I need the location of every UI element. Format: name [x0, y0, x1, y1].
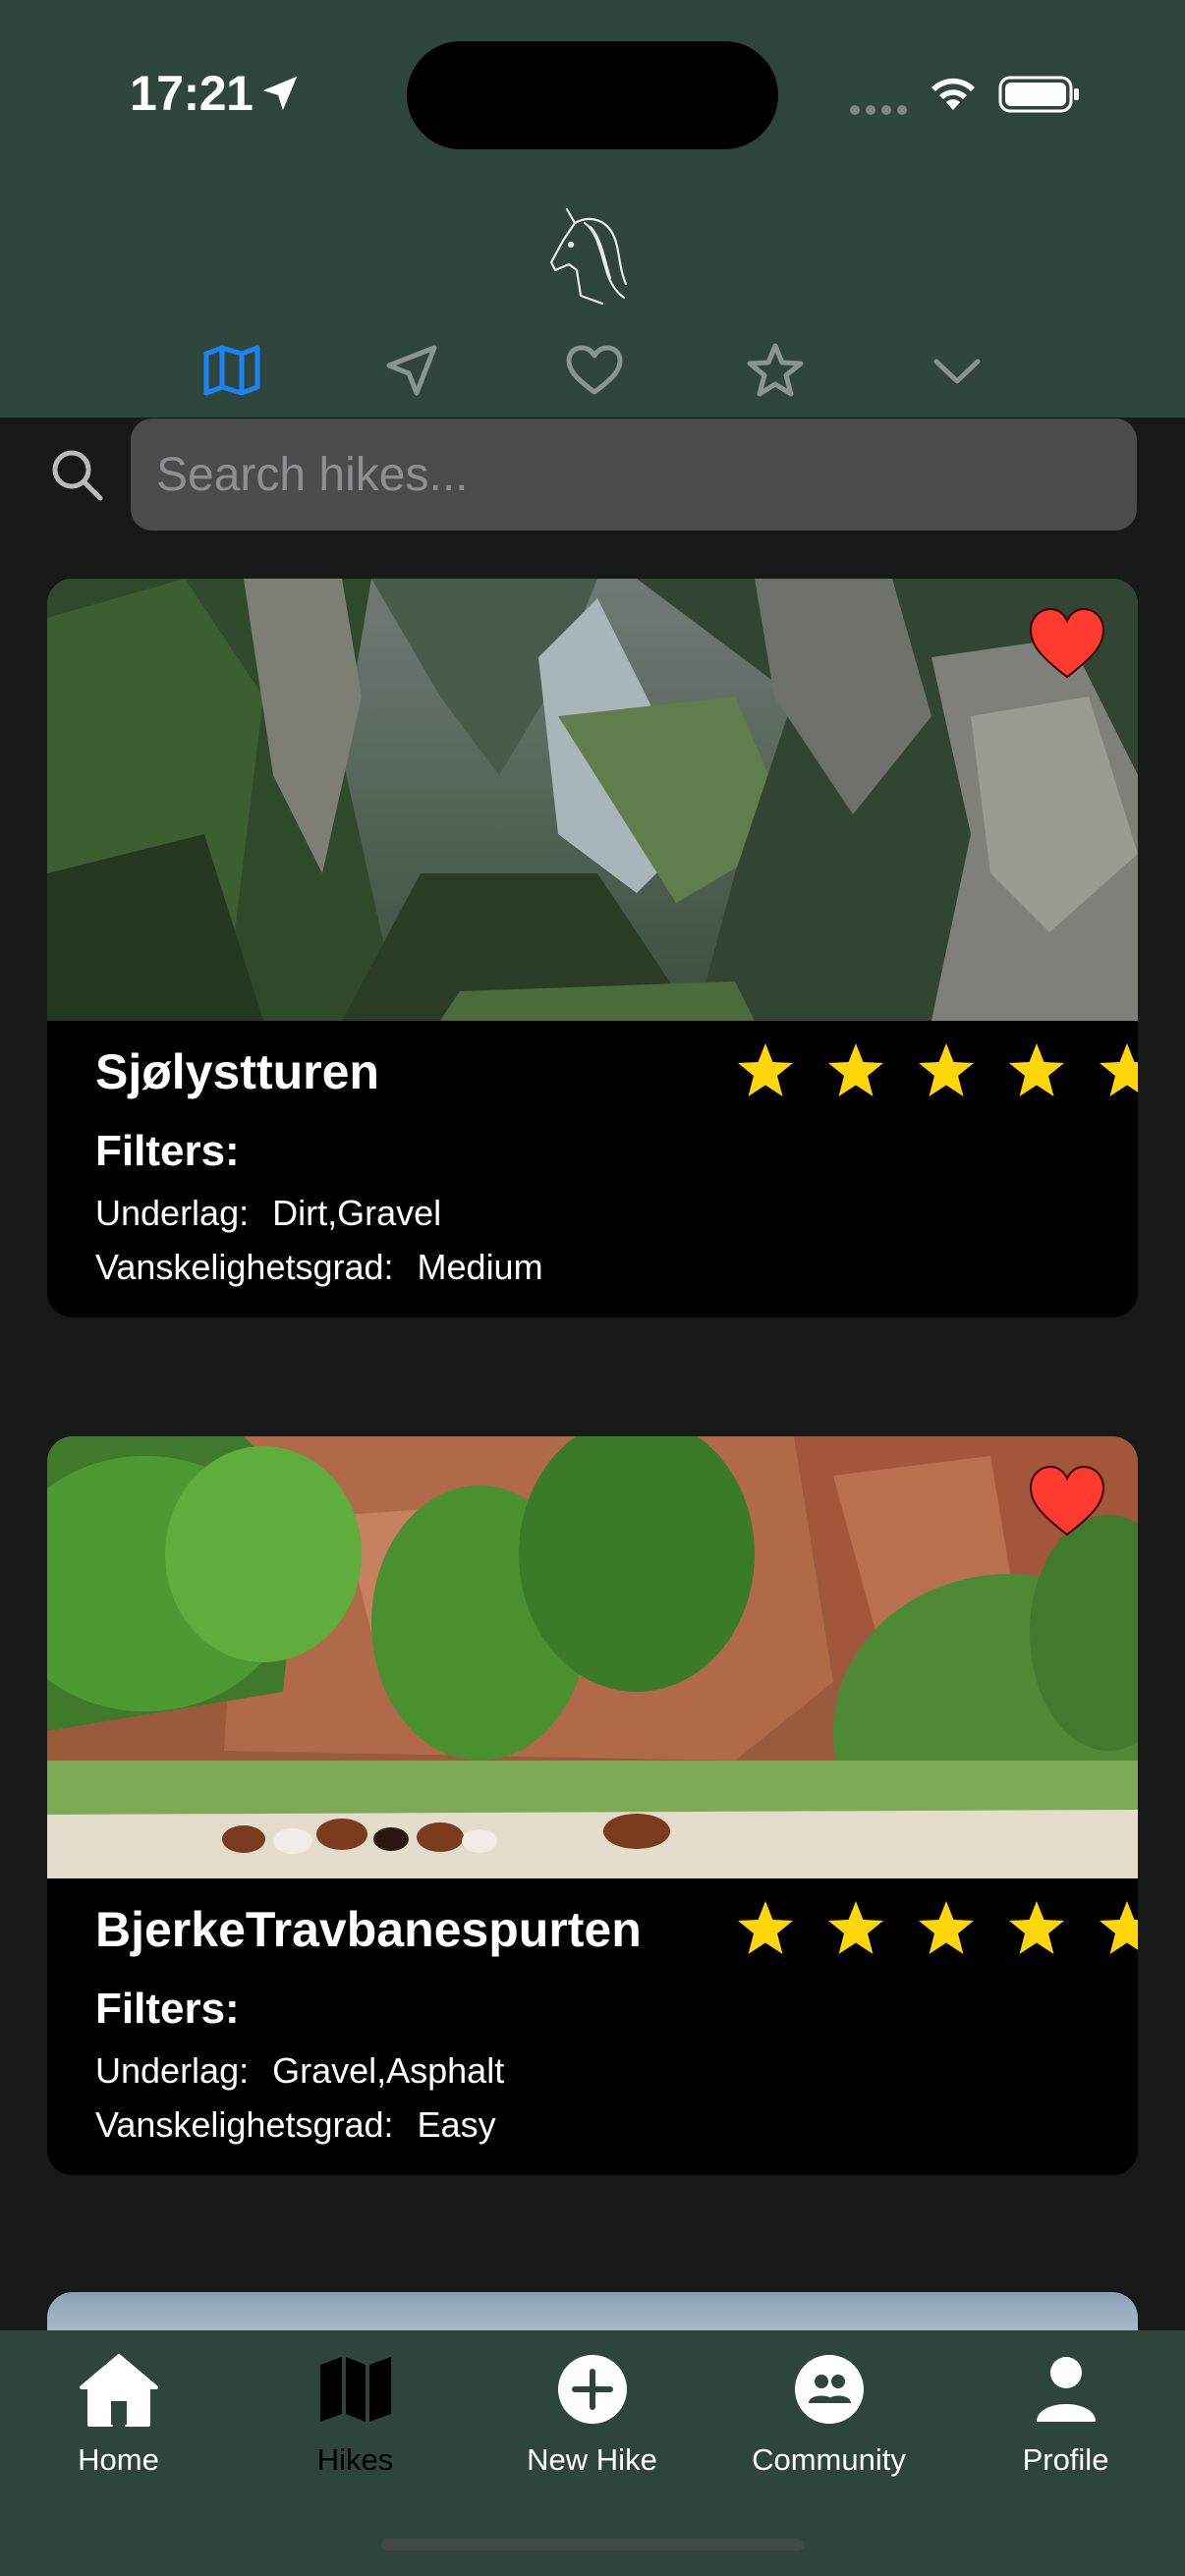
hike-title: BjerkeTravbanespurten: [95, 1902, 642, 1957]
tab-home[interactable]: Home: [0, 2330, 237, 2507]
favorite-heart-icon[interactable]: [1028, 606, 1106, 681]
dynamic-island: [407, 41, 778, 149]
person-icon: [1036, 2357, 1096, 2422]
difficulty-label: Vanskelighetsgrad:: [95, 2104, 394, 2145]
difficulty-row: Vanskelighetsgrad: Easy: [95, 2104, 496, 2146]
hike-photo-horses: [47, 1436, 1138, 1878]
cellular-signal-icon: [850, 105, 907, 115]
search-field[interactable]: [131, 419, 1137, 531]
home-indicator: [381, 2539, 804, 2550]
tab-label: New Hike: [527, 2442, 657, 2477]
hike-photo-canyon: [47, 579, 1138, 1021]
star-filled-icon: [828, 1043, 883, 1096]
tab-community[interactable]: Community: [710, 2330, 947, 2507]
navigation-arrow-icon[interactable]: [380, 339, 443, 402]
heart-outline-icon[interactable]: [563, 339, 626, 402]
filters-heading: Filters:: [95, 1127, 240, 1175]
status-time: 17:21: [130, 66, 254, 121]
star-filled-icon: [1100, 1901, 1138, 1954]
hike-title: Sjølystturen: [95, 1044, 379, 1099]
house-icon: [79, 2354, 158, 2427]
underlag-value: Gravel,Asphalt: [272, 2050, 505, 2091]
people-icon: [794, 2355, 864, 2424]
star-filled-icon: [1009, 1901, 1064, 1954]
wifi-icon: [931, 78, 975, 110]
underlag-row: Underlag: Dirt,Gravel: [95, 1193, 441, 1234]
search-icon: [52, 450, 103, 501]
hike-card[interactable]: Sjølystturen Filters: Underlag: Dirt,Grav…: [47, 579, 1138, 1317]
location-arrow-icon: [262, 76, 298, 111]
map-view-icon[interactable]: [200, 339, 263, 402]
horse-logo-icon: [549, 207, 628, 306]
filters-heading: Filters:: [95, 1985, 240, 2033]
filter-nav: [0, 339, 1185, 408]
difficulty-row: Vanskelighetsgrad: Medium: [95, 1247, 543, 1288]
map-icon: [319, 2357, 391, 2422]
tab-label: Home: [78, 2442, 159, 2477]
star-rating: [735, 1898, 1138, 1967]
difficulty-label: Vanskelighetsgrad:: [95, 1247, 394, 1287]
star-filled-icon: [919, 1043, 974, 1096]
star-outline-icon[interactable]: [744, 339, 807, 402]
battery-icon: [998, 76, 1079, 113]
tab-profile[interactable]: Profile: [947, 2330, 1184, 2507]
star-filled-icon: [1009, 1043, 1064, 1096]
star-filled-icon: [1100, 1043, 1138, 1096]
tab-label: Hikes: [316, 2442, 394, 2477]
star-rating: [735, 1040, 1138, 1109]
tab-hikes[interactable]: Hikes: [237, 2330, 474, 2507]
search-input[interactable]: [156, 447, 1111, 502]
underlag-label: Underlag:: [95, 1193, 250, 1233]
star-filled-icon: [828, 1901, 883, 1954]
difficulty-value: Medium: [417, 1247, 543, 1287]
tab-new-hike[interactable]: New Hike: [474, 2330, 710, 2507]
underlag-label: Underlag:: [95, 2050, 250, 2091]
chevron-down-icon[interactable]: [926, 339, 988, 402]
star-filled-icon: [738, 1043, 793, 1096]
underlag-row: Underlag: Gravel,Asphalt: [95, 2050, 504, 2092]
underlag-value: Dirt,Gravel: [272, 1193, 442, 1233]
top-header: 17:21: [0, 0, 1185, 418]
difficulty-value: Easy: [417, 2104, 496, 2145]
plus-circle-icon: [557, 2355, 627, 2424]
hike-card[interactable]: BjerkeTravbanespurten Filters: Underlag:…: [47, 1436, 1138, 2175]
star-filled-icon: [738, 1901, 793, 1954]
favorite-heart-icon[interactable]: [1028, 1464, 1106, 1539]
tab-label: Profile: [1022, 2442, 1109, 2477]
star-filled-icon: [919, 1901, 974, 1954]
tab-label: Community: [752, 2442, 906, 2477]
